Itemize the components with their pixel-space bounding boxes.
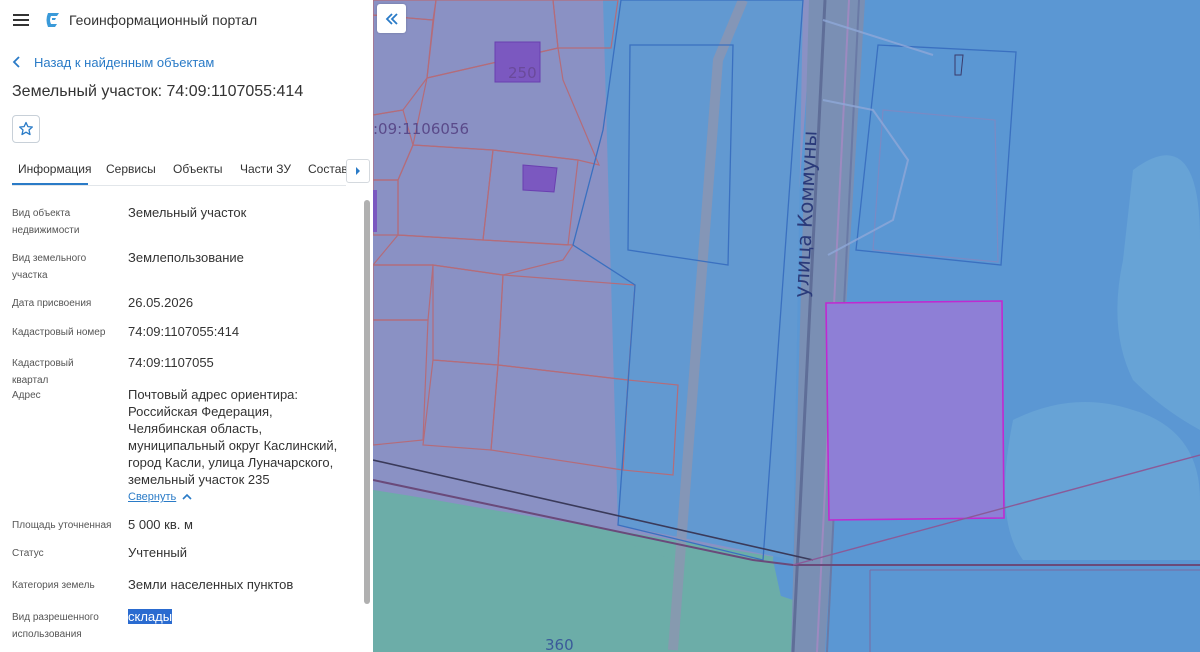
caret-right-icon xyxy=(356,167,360,175)
prop-value-assign-date: 26.05.2026 xyxy=(128,295,194,310)
prop-value-status: Учтенный xyxy=(128,545,188,560)
prop-value-cadastral-number: 74:09:1107055:414 xyxy=(128,324,240,339)
prop-label-status: Статус xyxy=(12,548,44,559)
prop-value-object-type: Земельный участок xyxy=(128,205,247,220)
map-label-360: 360 xyxy=(545,636,574,652)
page-title: Земельный участок: 74:09:1107055:414 xyxy=(12,83,304,100)
prop-value-permitted-use: склады xyxy=(128,608,353,625)
back-to-results-link[interactable]: Назад к найденным объектам xyxy=(12,52,214,72)
prop-value-cadastral-quarter: 74:09:1107055 xyxy=(128,355,214,370)
prop-label-object-type: Вид объекта недвижимости xyxy=(12,208,80,236)
chevron-left-icon xyxy=(12,56,20,68)
tab-parts[interactable]: Части ЗУ xyxy=(240,152,291,185)
prop-value-land-category: Земли населенных пунктов xyxy=(128,577,294,592)
collapse-link-label: Свернуть xyxy=(128,491,177,503)
double-chevron-left-icon xyxy=(385,12,398,25)
properties-scrollbar[interactable] xyxy=(364,200,370,604)
favorite-button[interactable] xyxy=(12,115,40,143)
properties-list: Вид объекта недвижимости Земельный участ… xyxy=(0,186,362,652)
prop-value-area: 5 000 кв. м xyxy=(128,517,193,532)
logo-icon xyxy=(45,11,61,29)
tabs-bar: Информация Сервисы Объекты Части ЗУ Сост… xyxy=(12,152,346,186)
prop-label-permitted-use: Вид разрешенного использования xyxy=(12,612,99,640)
tab-services[interactable]: Сервисы xyxy=(106,152,156,185)
star-icon xyxy=(19,121,33,136)
back-link-label: Назад к найденным объектам xyxy=(34,54,215,70)
prop-label-parcel-type: Вид земельного участка xyxy=(12,253,87,281)
tab-objects[interactable]: Объекты xyxy=(173,152,223,185)
collapse-panel-button[interactable] xyxy=(377,4,406,33)
prop-label-address: Адрес xyxy=(12,390,41,401)
map-view[interactable]: 250 360 :09:1106056 улица Коммуны xyxy=(373,0,1200,652)
tab-composition[interactable]: Состав xyxy=(308,152,346,185)
permitted-use-selected-text: склады xyxy=(128,609,173,624)
collapse-address-link[interactable]: Свернуть xyxy=(128,491,192,503)
map-canvas[interactable]: 250 360 :09:1106056 улица Коммуны xyxy=(373,0,1200,652)
prop-label-land-category: Категория земель xyxy=(12,580,95,591)
prop-value-parcel-type: Землепользование xyxy=(128,250,244,265)
map-label-quarter: :09:1106056 xyxy=(373,120,469,138)
sidebar-panel: Геоинформационный портал Назад к найденн… xyxy=(0,0,373,652)
app-title: Геоинформационный портал xyxy=(69,12,258,28)
prop-value-address: Почтовый адрес ориентира: Российская Фед… xyxy=(128,387,338,487)
menu-icon[interactable] xyxy=(12,11,30,29)
tabs-scroll-right-button[interactable] xyxy=(346,159,370,183)
tab-information[interactable]: Информация xyxy=(12,152,91,185)
prop-label-area: Площадь уточненная xyxy=(12,520,112,531)
chevron-up-icon xyxy=(182,493,192,500)
map-label-250: 250 xyxy=(508,64,537,82)
prop-label-cadastral-number: Кадастровый номер xyxy=(12,327,106,338)
top-bar: Геоинформационный портал xyxy=(0,0,373,40)
prop-label-assign-date: Дата присвоения xyxy=(12,298,92,309)
prop-label-cadastral-quarter: Кадастровый квартал xyxy=(12,358,74,386)
